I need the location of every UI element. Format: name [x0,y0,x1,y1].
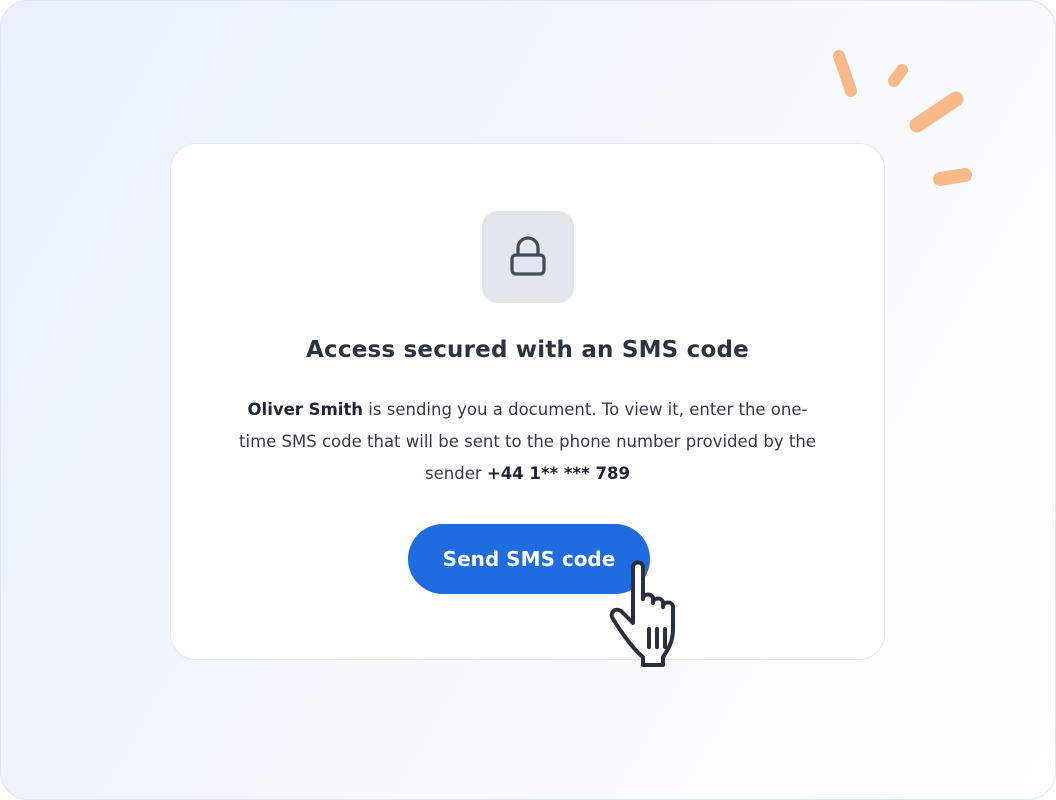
masked-phone-number: +44 1** *** 789 [486,464,630,483]
sparkle-stroke-4 [933,168,972,186]
sparkle-stroke-1 [833,50,857,97]
sparkle-stroke-3 [909,91,964,133]
page-frame: Access secured with an SMS code Oliver S… [0,0,1056,800]
hand-pointer-icon [609,560,675,667]
lock-tile [482,211,574,303]
page-title: Access secured with an SMS code [306,337,749,363]
sender-name: Oliver Smith [247,400,364,419]
lock-icon [510,236,546,276]
sparkle-stroke-2 [888,64,908,87]
instruction-text: Oliver Smith is sending you a document. … [231,394,824,490]
sms-access-card: Access secured with an SMS code Oliver S… [170,143,885,660]
